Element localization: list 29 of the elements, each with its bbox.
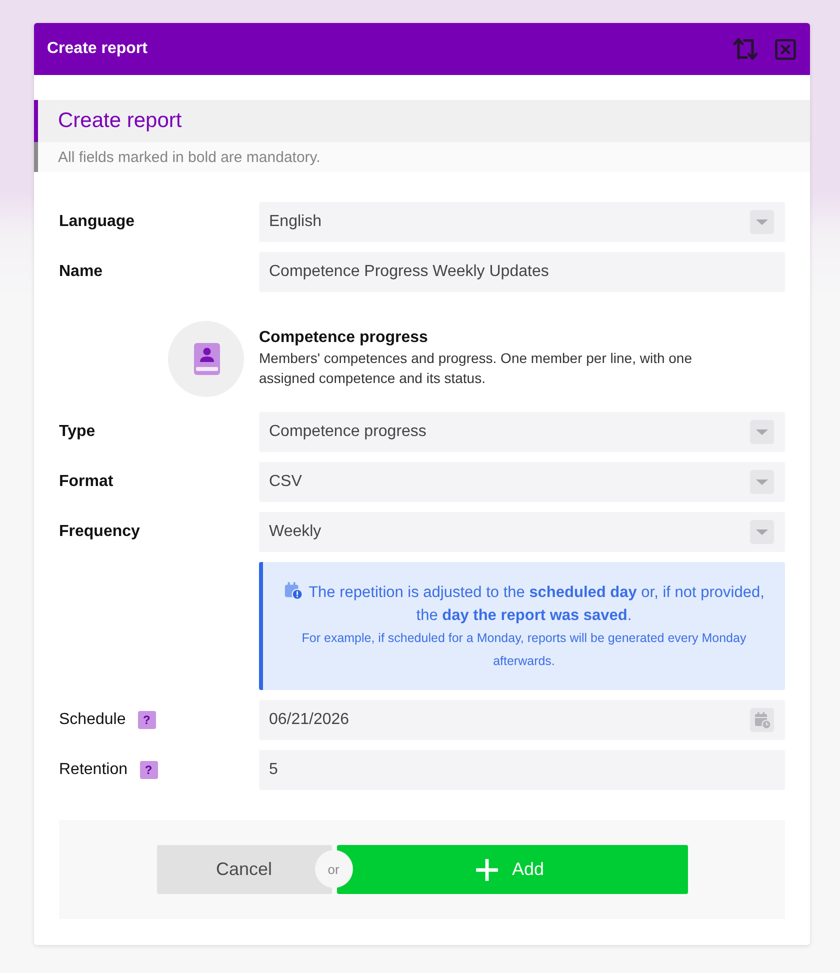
- section-title: Create report: [58, 109, 182, 133]
- calendar-alert-icon: [284, 581, 303, 600]
- dropdown-field[interactable]: English: [259, 202, 785, 242]
- date-field[interactable]: 06/21/2026: [259, 700, 785, 740]
- field-label: Retention: [59, 761, 128, 779]
- book-icon: [168, 321, 244, 397]
- input-field[interactable]: Competence Progress Weekly Updates: [259, 252, 785, 292]
- field-label: Type: [59, 423, 96, 441]
- calendar-clock-icon[interactable]: [750, 708, 774, 732]
- dropdown-field[interactable]: Competence progress: [259, 412, 785, 452]
- info-text: The repetition is adjusted to the scheduled day or, if not provided, the day the report was saved.: [308, 584, 764, 624]
- swap-arrows-icon[interactable]: [732, 37, 759, 61]
- plus-icon: [476, 858, 498, 880]
- field-label: Language: [59, 213, 135, 231]
- field-label: Name: [59, 263, 103, 281]
- report-type-description: Members' competences and progress. One member per line, with one assigned competence and its status.: [259, 349, 693, 388]
- info-note: For example, if scheduled for a Monday, reports will be generated every Monday afterwards.: [300, 630, 748, 670]
- dropdown-field[interactable]: Weekly: [259, 512, 785, 552]
- input-field[interactable]: 5: [259, 750, 785, 790]
- dropdown-field[interactable]: CSV: [259, 462, 785, 502]
- report-type-title: Competence progress: [259, 328, 428, 348]
- field-label: Frequency: [59, 523, 140, 541]
- field-label: Format: [59, 473, 114, 491]
- field-label: Schedule: [59, 711, 126, 729]
- help-badge[interactable]: ?: [140, 761, 158, 779]
- close-icon[interactable]: [775, 38, 796, 60]
- dialog-title: Create report: [47, 40, 148, 58]
- section-subtitle: All fields marked in bold are mandatory.: [58, 148, 320, 166]
- help-badge[interactable]: ?: [138, 711, 156, 729]
